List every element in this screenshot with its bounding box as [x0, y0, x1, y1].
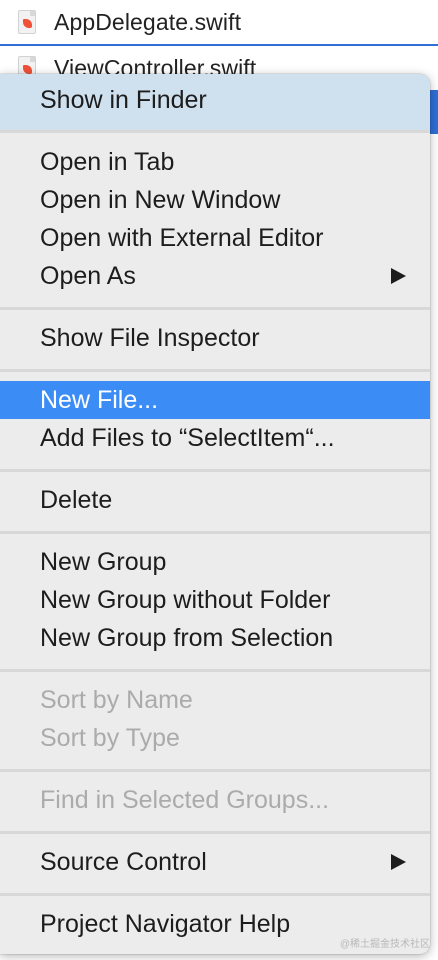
file-name: AppDelegate.swift — [54, 8, 242, 35]
menu-separator — [0, 893, 430, 896]
menu-separator — [0, 369, 430, 372]
menu-item-add-files[interactable]: Add Files to “SelectItem“... — [0, 419, 430, 457]
menu-separator — [0, 307, 430, 310]
menu-item-show-in-finder[interactable]: Show in Finder — [0, 81, 430, 119]
menu-item-sort-by-name: Sort by Name — [40, 685, 193, 714]
submenu-arrow-icon — [391, 854, 406, 870]
menu-item-label: Open As — [40, 261, 136, 290]
menu-item-sort-by-type: Sort by Type — [40, 723, 180, 752]
menu-separator — [0, 469, 430, 472]
file-row-appdelegate[interactable]: AppDelegate.swift — [0, 0, 438, 44]
menu-item-delete[interactable]: Delete — [0, 481, 430, 519]
menu-item-find-in-selected-groups: Find in Selected Groups... — [40, 785, 330, 814]
menu-separator — [0, 831, 430, 834]
context-menu: Show in Finder Open in Tab Open in New W… — [0, 74, 430, 954]
menu-item-new-group-from-selection[interactable]: New Group from Selection — [0, 619, 430, 657]
swift-file-icon — [18, 10, 36, 34]
menu-item-new-group[interactable]: New Group — [0, 543, 430, 581]
watermark: @稀土掘金技术社区 — [339, 939, 430, 950]
menu-item-source-control[interactable]: Source Control — [0, 843, 430, 881]
menu-item-open-as[interactable]: Open As — [0, 257, 430, 295]
menu-item-new-group-without-folder[interactable]: New Group without Folder — [0, 581, 430, 619]
menu-item-open-with-external-editor[interactable]: Open with External Editor — [0, 219, 430, 257]
menu-separator — [0, 769, 430, 772]
menu-item-new-file[interactable]: New File... — [0, 381, 430, 419]
menu-item-open-in-tab[interactable]: Open in Tab — [0, 143, 430, 181]
menu-item-open-in-new-window[interactable]: Open in New Window — [0, 181, 430, 219]
menu-item-label: Source Control — [40, 847, 207, 876]
menu-separator — [0, 130, 430, 133]
menu-item-show-file-inspector[interactable]: Show File Inspector — [0, 319, 430, 357]
swift-logo-icon — [23, 19, 32, 28]
swift-logo-icon — [23, 65, 32, 74]
menu-separator — [0, 531, 430, 534]
submenu-arrow-icon — [391, 268, 406, 284]
menu-separator — [0, 669, 430, 672]
